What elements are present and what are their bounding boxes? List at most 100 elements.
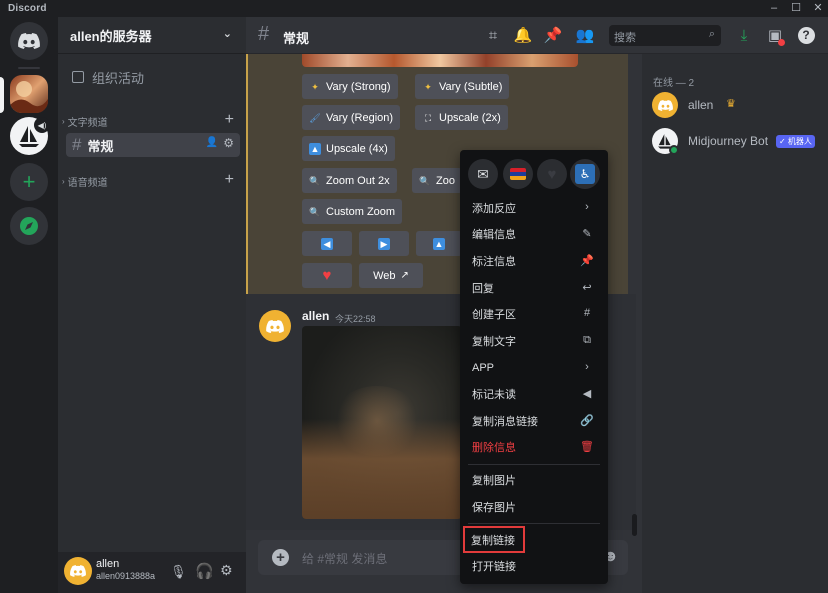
pin-icon[interactable]: 📌 — [544, 26, 563, 44]
zoom-out-2x-label: Zoom Out 2x — [326, 174, 390, 187]
members-icon[interactable]: 👥 — [576, 26, 595, 44]
download-icon[interactable]: ⤓ — [735, 26, 753, 44]
pan-left-button[interactable]: ◀ — [302, 231, 352, 256]
discord-logo-icon — [657, 99, 673, 111]
category-voice[interactable]: › 语音频道 + — [62, 171, 240, 189]
menu-item-copy-link[interactable]: 复制链接 — [463, 526, 525, 553]
headphones-icon[interactable]: 🎧 — [195, 562, 214, 580]
add-attachment-icon[interactable]: + — [272, 549, 289, 566]
close-window-button[interactable]: ✕ — [810, 1, 826, 16]
black-heart-icon: ♥ — [547, 165, 557, 183]
explore-servers-button[interactable] — [10, 207, 48, 245]
online-status-dot — [669, 145, 679, 155]
member-item[interactable]: Midjourney Bot ✓ 机器人 — [652, 128, 822, 155]
settings-gear-icon[interactable]: ⚙ — [220, 562, 233, 579]
server-icon-art[interactable] — [10, 75, 48, 113]
help-icon[interactable]: ? — [797, 26, 815, 44]
web-link-button[interactable]: Web ↗ — [359, 263, 423, 288]
menu-item-label: APP — [472, 362, 495, 374]
favorite-button[interactable]: ♥ — [302, 263, 352, 288]
pin-icon: 📌 — [580, 255, 594, 267]
channel-item-general[interactable]: # 常规 👤 ⚙ — [66, 133, 240, 157]
message-image[interactable] — [302, 326, 462, 519]
menu-item-open-link[interactable]: 打开链接 — [466, 554, 602, 578]
server-rail: ◀) + — [0, 17, 58, 593]
pan-up-button[interactable]: ▲ — [416, 231, 462, 256]
server-header[interactable]: allen的服务器 ⌄ — [58, 17, 246, 54]
category-voice-label: 语音频道 — [67, 177, 108, 189]
microphone-icon[interactable]: 🎙 — [170, 564, 187, 580]
composer-placeholder: 给 #常规 发消息 — [302, 552, 388, 566]
menu-item-label: 标注信息 — [472, 256, 516, 268]
arrow-up-icon: ▲ — [433, 237, 445, 250]
category-text-label: 文字频道 — [67, 117, 108, 129]
reaction-envelope[interactable]: ✉ — [468, 159, 498, 189]
menu-item-apps[interactable]: APP › — [466, 356, 602, 380]
menu-item-pin-message[interactable]: 标注信息 📌 — [466, 249, 602, 273]
crown-icon: ♛ — [726, 98, 736, 110]
menu-item-add-reaction[interactable]: 添加反应 › — [466, 196, 602, 220]
menu-item-save-image[interactable]: 保存图片 — [466, 495, 602, 519]
menu-item-edit-message[interactable]: 编辑信息 ✎ — [466, 222, 602, 246]
category-text[interactable]: › 文字频道 + — [62, 111, 240, 129]
message-author[interactable]: allen — [302, 309, 329, 323]
chevron-down-icon: ⌄ — [222, 28, 232, 40]
custom-zoom-button[interactable]: 🔍 Custom Zoom — [302, 199, 403, 224]
create-channel-icon[interactable]: + — [225, 111, 234, 129]
vary-strong-button[interactable]: ✦ Vary (Strong) — [302, 74, 398, 99]
events-item[interactable]: 组织活动 — [66, 65, 240, 89]
gear-icon[interactable]: ⚙ — [223, 136, 234, 150]
user-info[interactable]: allen allen0913888a — [96, 558, 155, 581]
magnifier-icon: 🔍 — [419, 175, 431, 186]
user-tag: allen0913888a — [96, 571, 156, 581]
reaction-heart[interactable]: ♥ — [537, 159, 567, 189]
discord-logo-icon — [18, 33, 40, 49]
member-item[interactable]: allen ♛ — [652, 92, 822, 118]
custom-zoom-label: Custom Zoom — [326, 205, 396, 218]
search-icon: ⌕ — [708, 28, 715, 40]
upscale-4x-button[interactable]: ▲ Upscale (4x) — [302, 136, 395, 161]
compass-icon — [20, 217, 38, 235]
channel-header: # 常规 ⌗ 🔔 📌 👥 搜索 ⌕ ⤓ ▣ ? — [246, 17, 828, 54]
create-voice-channel-icon[interactable]: + — [225, 171, 234, 189]
bell-icon[interactable]: 🔔 — [514, 26, 533, 44]
menu-item-copy-image[interactable]: 复制图片 — [466, 468, 602, 492]
magic-wand-icon: ✦ — [424, 81, 432, 92]
menu-item-reply[interactable]: 回复 ↩ — [466, 276, 602, 300]
maximize-button[interactable]: ☐ — [788, 1, 804, 16]
invite-icon[interactable]: 👤 — [206, 137, 218, 148]
discord-logo-icon — [266, 319, 284, 333]
avatar — [652, 92, 678, 118]
upscale-2x-button[interactable]: ⛶ Upscale (2x) — [415, 105, 508, 130]
web-label: Web — [373, 269, 396, 282]
threads-icon[interactable]: ⌗ — [484, 26, 502, 44]
home-button[interactable] — [10, 22, 48, 60]
menu-item-create-thread[interactable]: 创建子区 # — [466, 302, 602, 326]
menu-item-label: 打开链接 — [472, 561, 516, 573]
arrow-right-icon: ▶ — [378, 237, 390, 250]
inbox-alert-dot — [778, 39, 785, 46]
reaction-accessibility[interactable]: ♿ — [570, 159, 600, 189]
photo-grass — [302, 419, 462, 519]
pan-right-button[interactable]: ▶ — [359, 231, 409, 256]
zoom-out-1-5x-button[interactable]: 🔍 Zoo — [412, 168, 462, 193]
minimize-button[interactable]: – — [766, 1, 782, 16]
search-input[interactable]: 搜索 ⌕ — [609, 25, 721, 46]
zoom-out-2x-button[interactable]: 🔍 Zoom Out 2x — [302, 168, 397, 193]
avatar[interactable] — [64, 557, 92, 585]
embed-image-strip — [302, 54, 578, 67]
vary-subtle-button[interactable]: ✦ Vary (Subtle) — [415, 74, 510, 99]
message-timestamp: 今天22:58 — [335, 314, 376, 324]
add-server-button[interactable]: + — [10, 163, 48, 201]
reaction-flag[interactable] — [503, 159, 533, 189]
menu-item-mark-unread[interactable]: 标记未读 ◀ — [466, 382, 602, 406]
scrollbar-thumb[interactable] — [632, 514, 637, 536]
menu-item-copy-message-link[interactable]: 复制消息链接 🔗 — [466, 409, 602, 433]
menu-item-copy-text[interactable]: 复制文字 ⧉ — [466, 329, 602, 353]
hash-icon: # — [258, 23, 270, 45]
external-link-icon: ↗ — [400, 270, 409, 281]
menu-item-delete-message[interactable]: 删除信息 🗑 — [466, 435, 602, 459]
vary-region-button[interactable]: 🖌 Vary (Region) — [302, 105, 401, 130]
server-art-icon — [10, 81, 48, 113]
avatar[interactable] — [259, 310, 291, 342]
